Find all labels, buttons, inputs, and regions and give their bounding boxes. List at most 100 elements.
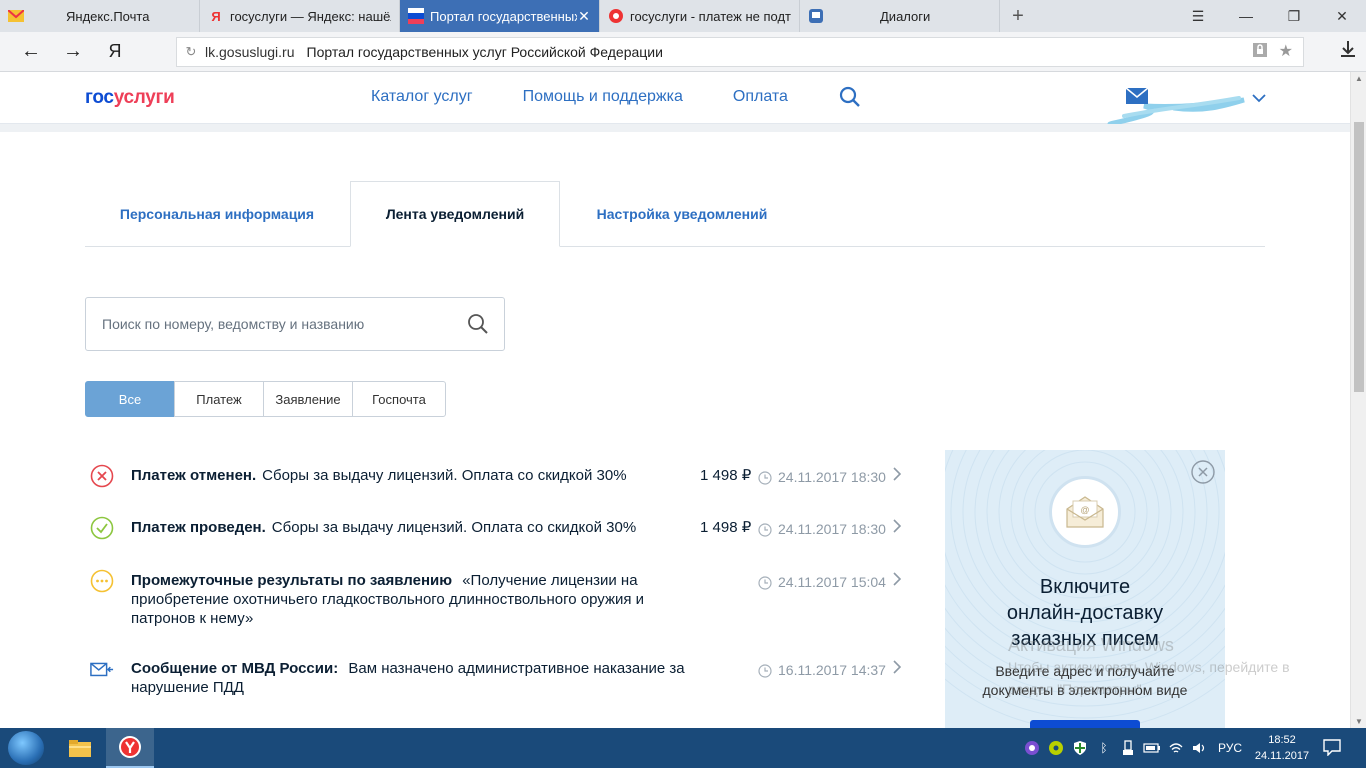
notification-search-input[interactable]: Поиск по номеру, ведомству и названию (85, 297, 505, 351)
notification-date: 24.11.2017 15:04 (758, 573, 886, 592)
browser-tab-dialogs[interactable]: Диалоги (800, 0, 1000, 32)
browser-tab-yandex-mail[interactable]: Яндекс.Почта (0, 0, 200, 32)
date-text: 24.11.2017 18:30 (778, 469, 886, 485)
close-tab-icon[interactable]: ✕ (577, 8, 591, 25)
notification-title: Платеж отменен. (131, 467, 257, 484)
filter-payment[interactable]: Платеж (174, 381, 264, 417)
new-tab-plus-icon[interactable]: + (1000, 0, 1036, 32)
tab-label: госуслуги - платеж не подтв (630, 8, 791, 24)
header-search-icon[interactable] (838, 85, 862, 114)
usb-device-icon[interactable] (1116, 728, 1140, 768)
clock-icon (758, 663, 772, 678)
watermark-title: Активация Windows (1008, 635, 1174, 655)
language-indicator[interactable]: РУС (1218, 741, 1242, 755)
tray-app-green-icon[interactable] (1044, 728, 1068, 768)
start-button-icon[interactable] (8, 731, 44, 765)
notification-item[interactable]: Промежуточные результаты по заявлению «П… (88, 569, 908, 629)
notification-amount: 1 498 ₽ (700, 519, 752, 536)
nav-catalog[interactable]: Каталог услуг (371, 88, 473, 106)
yandex-browser-icon[interactable] (106, 728, 154, 768)
filter-gospochta[interactable]: Госпочта (352, 381, 446, 417)
mail-icon (1126, 88, 1148, 104)
back-arrow-icon[interactable]: ← (10, 32, 52, 72)
tab-label: госуслуги — Яндекс: нашёл (230, 8, 391, 24)
date-text: 24.11.2017 15:04 (778, 574, 886, 590)
browser-tab-payment-question[interactable]: госуслуги - платеж не подтв (600, 0, 800, 32)
logo-part-uslugi: услуги (113, 87, 175, 108)
chevron-right-icon[interactable] (893, 519, 902, 538)
notification-filters: Все Платеж Заявление Госпочта (85, 381, 446, 417)
tab-personal-info[interactable]: Персональная информация (85, 181, 349, 247)
dialogs-favicon-icon (808, 8, 824, 24)
notification-amount: 1 498 ₽ (700, 467, 752, 484)
page-scrollbar[interactable]: ▲ ▼ (1350, 72, 1366, 728)
tab-notification-settings[interactable]: Настройка уведомлений (561, 181, 803, 247)
browser-tab-yandex-search[interactable]: Я госуслуги — Яндекс: нашёл (200, 0, 400, 32)
defender-shield-icon[interactable] (1068, 728, 1092, 768)
promo-close-icon[interactable] (1191, 460, 1215, 489)
restore-icon[interactable]: ❐ (1270, 0, 1318, 32)
nav-help[interactable]: Помощь и поддержка (523, 88, 683, 106)
clock-icon (758, 575, 772, 590)
chevron-right-icon[interactable] (893, 660, 902, 679)
url-field[interactable]: ↻ lk.gosuslugi.ru Портал государственных… (176, 37, 1304, 67)
system-clock[interactable]: 18:52 24.11.2017 (1252, 732, 1312, 764)
tab-notification-feed[interactable]: Лента уведомлений (350, 181, 560, 247)
tab-label: Портал государственных (430, 8, 577, 24)
search-icon[interactable] (452, 313, 504, 335)
done-status-icon (90, 516, 114, 540)
notification-item[interactable]: Платеж отменен. Сборы за выдачу лицензий.… (88, 464, 908, 488)
notification-text: Сборы за выдачу лицензий. Оплата со скид… (271, 519, 637, 536)
scroll-down-icon[interactable]: ▼ (1351, 717, 1366, 726)
browser-address-bar: ← → Я ↻ lk.gosuslugi.ru Портал государст… (0, 32, 1366, 72)
menu-icon[interactable]: ☰ (1174, 0, 1222, 32)
clock-date: 24.11.2017 (1254, 750, 1310, 762)
nav-payment[interactable]: Оплата (733, 88, 788, 106)
volume-icon[interactable] (1188, 728, 1212, 768)
promo-title-line: Включите (1039, 576, 1131, 598)
file-explorer-icon[interactable] (56, 728, 104, 768)
promo-action-button[interactable] (1030, 720, 1140, 728)
windows-activation-watermark: Активация Windows Чтобы активировать Win… (1008, 634, 1290, 700)
download-icon[interactable] (1340, 40, 1356, 63)
filter-application[interactable]: Заявление (263, 381, 353, 417)
notification-item[interactable]: Сообщение от МВД России: Вам назначено а… (88, 657, 908, 697)
lock-icon[interactable] (1251, 41, 1269, 64)
chevron-down-icon[interactable] (1252, 90, 1266, 106)
yandex-favicon-icon: Я (211, 8, 221, 24)
bluetooth-icon[interactable]: ᛒ (1092, 728, 1116, 768)
logo-part-gos: гос (85, 87, 114, 108)
forward-arrow-icon[interactable]: → (52, 32, 94, 72)
filter-all[interactable]: Все (85, 381, 175, 417)
wifi-icon[interactable] (1164, 728, 1188, 768)
envelope-icon: @ (1049, 476, 1121, 548)
yandex-home-icon[interactable]: Я (94, 32, 136, 72)
gosuslugi-logo[interactable]: госуслуги (85, 87, 175, 109)
action-center-icon[interactable] (1322, 738, 1342, 761)
scroll-up-icon[interactable]: ▲ (1351, 74, 1366, 83)
tray-app-purple-icon[interactable] (1020, 728, 1044, 768)
clock-time: 18:52 (1268, 734, 1296, 746)
notification-date: 24.11.2017 18:30 (758, 520, 886, 539)
chevron-right-icon[interactable] (893, 572, 902, 591)
close-window-icon[interactable]: ✕ (1318, 0, 1366, 32)
site-favicon-icon (608, 8, 624, 24)
date-text: 16.11.2017 14:37 (778, 662, 886, 678)
bookmark-star-icon[interactable]: ★ (1279, 41, 1293, 64)
reload-icon[interactable]: ↻ (177, 44, 205, 60)
notification-title: Платеж проведен. (131, 519, 266, 536)
scrollbar-thumb[interactable] (1354, 122, 1364, 392)
date-text: 24.11.2017 18:30 (778, 521, 886, 537)
watermark-text: Чтобы активировать Windows, перейдите в (1008, 659, 1290, 675)
mail-favicon-icon (8, 8, 24, 24)
browser-tab-gosuslugi[interactable]: Портал государственных ✕ (400, 0, 600, 32)
notification-item[interactable]: Платеж проведен. Сборы за выдачу лицензий… (88, 516, 908, 540)
promo-title-line: онлайн-доставку (1006, 602, 1164, 624)
tab-label: Яндекс.Почта (66, 8, 150, 24)
clock-icon (758, 522, 772, 537)
tab-label: Диалоги (880, 8, 931, 24)
chevron-right-icon[interactable] (893, 467, 902, 486)
battery-icon[interactable] (1140, 728, 1164, 768)
minimize-icon[interactable]: — (1222, 0, 1270, 32)
user-menu[interactable] (1104, 84, 1274, 127)
